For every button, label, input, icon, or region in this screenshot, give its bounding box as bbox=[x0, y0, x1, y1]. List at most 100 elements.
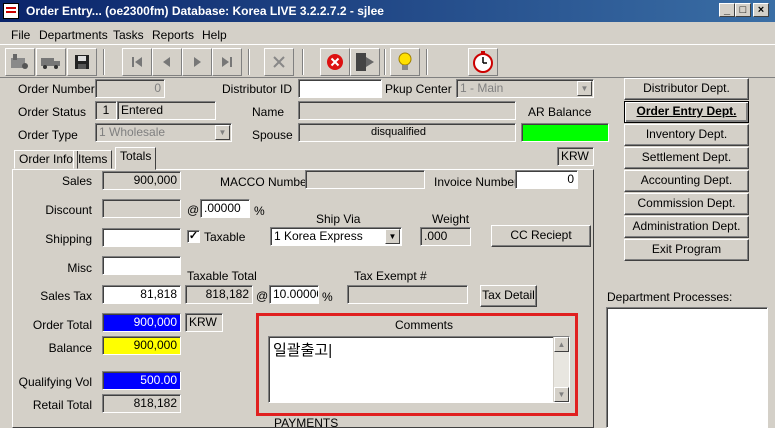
pkup-center-label: Pkup Center bbox=[385, 82, 452, 96]
scroll-up-icon[interactable]: ▲ bbox=[554, 337, 569, 352]
close-button[interactable]: × bbox=[753, 3, 769, 17]
sales-label: Sales bbox=[61, 174, 92, 188]
menu-file[interactable]: File bbox=[11, 28, 30, 42]
taxable-total-label: Taxable Total bbox=[187, 269, 257, 283]
chevron-down-icon[interactable]: ▼ bbox=[385, 229, 400, 244]
pkup-center-select[interactable]: 1 - Main ▼ bbox=[456, 79, 594, 98]
taxable-label: Taxable bbox=[204, 230, 246, 244]
commission-dept-button[interactable]: Commission Dept. bbox=[624, 193, 749, 215]
tax-rate-at: @ bbox=[256, 289, 269, 303]
exit-icon[interactable] bbox=[350, 48, 380, 76]
toolbar-separator bbox=[302, 49, 304, 75]
menu-reports[interactable]: Reports bbox=[152, 28, 194, 42]
balance-label: Balance bbox=[48, 341, 92, 355]
taxable-total-field: 818,182 bbox=[185, 285, 253, 304]
settlement-dept-button[interactable]: Settlement Dept. bbox=[624, 147, 749, 169]
first-record-icon[interactable] bbox=[122, 48, 152, 76]
ar-balance-indicator bbox=[521, 123, 609, 142]
administration-dept-button[interactable]: Administration Dept. bbox=[624, 216, 749, 238]
tax-exempt-field[interactable] bbox=[347, 285, 468, 304]
menu-departments[interactable]: Departments bbox=[39, 28, 108, 42]
tax-rate-field[interactable]: 10.00000 bbox=[269, 285, 319, 304]
scroll-down-icon[interactable]: ▼ bbox=[554, 387, 569, 402]
minimize-button[interactable]: _ bbox=[719, 3, 735, 17]
accounting-dept-button[interactable]: Accounting Dept. bbox=[624, 170, 749, 192]
delete-icon[interactable] bbox=[264, 48, 294, 76]
misc-field[interactable] bbox=[102, 256, 181, 275]
sales-field: 900,000 bbox=[102, 171, 181, 190]
spouse-label: Spouse bbox=[252, 128, 293, 142]
cc-reciept-button[interactable]: CC Reciept bbox=[491, 225, 591, 247]
menu-help[interactable]: Help bbox=[202, 28, 227, 42]
comments-textarea[interactable]: 일괄출고| ▲ ▼ bbox=[268, 336, 570, 403]
discount-percent-field[interactable]: .00000 bbox=[200, 199, 250, 218]
qualifying-vol-label: Qualifying Vol bbox=[18, 375, 92, 389]
misc-label: Misc bbox=[67, 261, 92, 275]
order-type-select[interactable]: 1 Wholesale ▼ bbox=[95, 123, 232, 142]
cancel-icon[interactable] bbox=[320, 48, 350, 76]
order-entry-dept-button[interactable]: Order Entry Dept. bbox=[624, 101, 749, 123]
comments-scrollbar[interactable]: ▲ ▼ bbox=[553, 337, 569, 402]
sales-tax-field[interactable]: 81,818 bbox=[102, 285, 181, 304]
help-bulb-icon[interactable] bbox=[390, 48, 420, 76]
balance-field: 900,000 bbox=[102, 336, 181, 355]
toolbar-separator bbox=[384, 49, 386, 75]
macco-number-label: MACCO Number bbox=[220, 175, 311, 189]
maximize-button[interactable]: □ bbox=[735, 3, 751, 17]
window-title: Order Entry... (oe2300fm) Database: Kore… bbox=[26, 4, 384, 18]
ship-via-label: Ship Via bbox=[316, 212, 361, 226]
next-record-icon[interactable] bbox=[182, 48, 212, 76]
title-bar: Order Entry... (oe2300fm) Database: Kore… bbox=[0, 0, 775, 22]
toolbar-separator bbox=[426, 49, 428, 75]
order-type-label: Order Type bbox=[18, 128, 78, 142]
retail-total-label: Retail Total bbox=[32, 398, 92, 412]
order-status-code: 1 bbox=[95, 101, 117, 120]
tab-totals[interactable]: Totals bbox=[115, 147, 157, 170]
sales-tax-label: Sales Tax bbox=[40, 289, 92, 303]
tax-exempt-label: Tax Exempt # bbox=[354, 269, 427, 283]
distributor-id-field[interactable] bbox=[298, 79, 382, 98]
order-status-field: Entered bbox=[117, 101, 216, 120]
tools-icon[interactable] bbox=[5, 48, 35, 76]
order-number-label: Order Number bbox=[18, 82, 95, 96]
ship-via-value: 1 Korea Express bbox=[274, 229, 363, 243]
currency-field: KRW bbox=[557, 147, 594, 166]
tab-items[interactable]: Items bbox=[73, 150, 113, 169]
chevron-down-icon[interactable]: ▼ bbox=[215, 125, 230, 140]
spouse-field: disqualified bbox=[298, 123, 516, 142]
menu-tasks[interactable]: Tasks bbox=[113, 28, 144, 42]
tab-order-info[interactable]: Order Info bbox=[14, 150, 79, 169]
department-processes-list[interactable] bbox=[606, 307, 768, 428]
tax-detail-button[interactable]: Tax Detail bbox=[480, 285, 537, 307]
chevron-down-icon[interactable]: ▼ bbox=[577, 81, 592, 96]
macco-number-field[interactable] bbox=[305, 170, 425, 189]
order-number-field[interactable]: 0 bbox=[95, 79, 165, 98]
app-icon bbox=[3, 3, 19, 19]
shipping-field[interactable] bbox=[102, 228, 181, 247]
truck-icon[interactable] bbox=[36, 48, 66, 76]
exit-program-button[interactable]: Exit Program bbox=[624, 239, 749, 261]
comments-text: 일괄출고| bbox=[273, 342, 333, 359]
comments-label: Comments bbox=[395, 318, 454, 332]
retail-total-field: 818,182 bbox=[102, 394, 181, 413]
toolbar-separator bbox=[248, 49, 250, 75]
save-icon[interactable] bbox=[67, 48, 97, 76]
order-total-label: Order Total bbox=[32, 318, 92, 332]
toolbar-separator bbox=[103, 49, 105, 75]
weight-field: .000 bbox=[420, 227, 471, 246]
distributor-dept-button[interactable]: Distributor Dept. bbox=[624, 78, 749, 100]
order-type-value: 1 Wholesale bbox=[99, 125, 166, 139]
discount-field[interactable] bbox=[102, 199, 181, 218]
pkup-center-value: 1 - Main bbox=[460, 81, 504, 95]
last-record-icon[interactable] bbox=[212, 48, 242, 76]
previous-record-icon[interactable] bbox=[152, 48, 182, 76]
ship-via-select[interactable]: 1 Korea Express ▼ bbox=[270, 227, 402, 246]
timer-icon[interactable] bbox=[468, 48, 498, 76]
order-total-field: 900,000 bbox=[102, 313, 181, 332]
taxable-checkbox[interactable]: ✓ bbox=[187, 230, 200, 243]
inventory-dept-button[interactable]: Inventory Dept. bbox=[624, 124, 749, 146]
payments-label: PAYMENTS bbox=[274, 416, 339, 428]
tax-rate-percent-sign: % bbox=[322, 290, 333, 304]
invoice-number-field[interactable]: 0 bbox=[515, 170, 578, 189]
toolbar bbox=[0, 44, 775, 78]
